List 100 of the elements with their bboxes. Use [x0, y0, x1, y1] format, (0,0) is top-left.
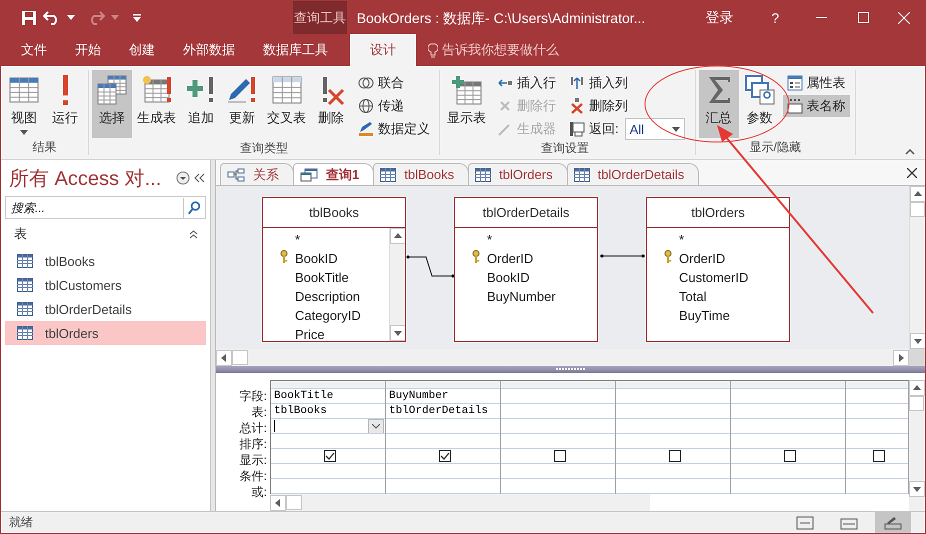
field-name[interactable]: OrderID — [647, 249, 789, 268]
ribbon-button[interactable]: 视图 — [4, 70, 44, 138]
scroll-down-button[interactable] — [390, 325, 405, 341]
table-box[interactable]: tblBooks * BookID BookTitle Description CategoryID Price — [262, 197, 406, 342]
field-name[interactable]: Price — [263, 325, 389, 341]
field-name[interactable]: BuyTime — [647, 306, 789, 325]
ribbon-button[interactable]: 插入行 — [493, 72, 560, 94]
scroll-thumb[interactable] — [910, 202, 925, 217]
document-tab[interactable]: tblOrders — [468, 163, 568, 185]
dropdown-circle-icon[interactable] — [176, 171, 190, 185]
ribbon-button[interactable]: 数据定义 — [354, 118, 434, 140]
column-selector[interactable] — [271, 381, 385, 389]
ribbon-button[interactable]: 汇总 — [698, 70, 739, 138]
document-tab[interactable]: tblOrderDetails — [566, 163, 700, 185]
scroll-down-button[interactable] — [909, 481, 925, 497]
ribbon-button[interactable]: 插入列 — [565, 72, 685, 94]
grid-cell[interactable] — [501, 448, 615, 464]
field-name[interactable]: CategoryID — [263, 306, 389, 325]
ribbon-button[interactable]: 显示表 — [443, 70, 490, 138]
ribbon-tab[interactable]: 外部数据 — [169, 34, 249, 66]
ribbon-button[interactable]: 属性表 — [782, 72, 850, 94]
grid-cell[interactable] — [271, 418, 385, 434]
grid-cell[interactable] — [616, 448, 730, 464]
grid-cell[interactable]: BookTitle — [271, 388, 385, 404]
grid-cell[interactable] — [386, 448, 500, 464]
scroll-right-button[interactable] — [893, 350, 909, 366]
scroll-up-button[interactable] — [910, 186, 925, 202]
ribbon-button[interactable]: 参数 — [740, 70, 780, 138]
field-name[interactable]: CustomerID — [647, 268, 789, 287]
scroll-thumb[interactable] — [909, 396, 924, 411]
ribbon-button[interactable]: 追加 — [181, 70, 221, 138]
field-name[interactable]: BuyNumber — [455, 287, 597, 306]
table-box[interactable]: tblOrders * OrderID CustomerID Total BuyTime — [646, 197, 790, 342]
column-selector[interactable] — [386, 381, 500, 389]
navigation-item[interactable]: tblOrders — [5, 321, 206, 345]
ribbon-button[interactable]: 传递 — [354, 95, 434, 117]
document-tab[interactable]: 查询1 — [293, 163, 374, 185]
ribbon-button[interactable]: 选择 — [92, 70, 132, 138]
ribbon-button[interactable]: 删除 — [311, 70, 351, 138]
customize-icon[interactable] — [133, 14, 141, 22]
column-selector[interactable] — [731, 381, 845, 389]
collapse-ribbon-icon[interactable] — [905, 149, 915, 155]
checkbox[interactable] — [438, 450, 450, 462]
sign-in-button[interactable]: 登录 — [695, 1, 744, 34]
ribbon-button[interactable]: 删除列 — [565, 95, 685, 117]
ribbon-tab[interactable]: 创建 — [115, 34, 169, 66]
grid-cell[interactable] — [846, 448, 908, 464]
navigation-item[interactable]: tblBooks — [5, 249, 206, 273]
scroll-down-button[interactable] — [910, 333, 925, 349]
scroll-left-button[interactable] — [270, 494, 286, 510]
checkbox[interactable] — [872, 450, 884, 462]
ribbon-button[interactable]: 运行 — [45, 70, 85, 138]
ribbon-button[interactable]: 更新 — [222, 70, 262, 138]
search-field[interactable]: 搜索... — [9, 200, 169, 216]
tell-me-field[interactable]: 告诉我你想要做什么 — [442, 41, 559, 59]
collapse-group-icon[interactable] — [189, 230, 198, 238]
grid-cell[interactable]: BuyNumber — [386, 388, 500, 404]
column-selector[interactable] — [501, 381, 615, 389]
ribbon-button[interactable]: 联合 — [354, 72, 434, 94]
checkbox[interactable] — [784, 450, 796, 462]
field-name[interactable]: * — [647, 230, 789, 249]
search-bar[interactable]: 搜索... — [5, 196, 206, 219]
scroll-left-button[interactable] — [216, 350, 232, 366]
document-tab[interactable]: tblBooks — [373, 163, 470, 185]
field-name[interactable]: OrderID — [455, 249, 597, 268]
grid-cell[interactable] — [731, 448, 845, 464]
navigation-item[interactable]: tblCustomers — [5, 273, 206, 297]
save-icon[interactable] — [21, 10, 37, 26]
ribbon-button[interactable]: 生成表 — [133, 70, 180, 138]
field-name[interactable]: Total — [647, 287, 789, 306]
ribbon-tab[interactable]: 数据库工具 — [249, 34, 342, 66]
table-box[interactable]: tblOrderDetails * OrderID BookID BuyNumber — [454, 197, 598, 342]
dropdown-button[interactable] — [368, 418, 384, 433]
help-button[interactable]: ? — [761, 1, 790, 34]
grid-cell[interactable] — [271, 448, 385, 464]
scroll-thumb[interactable] — [286, 495, 302, 510]
scroll-up-button[interactable] — [909, 380, 925, 396]
ribbon-tab[interactable]: 文件 — [7, 34, 61, 66]
field-name[interactable]: * — [455, 230, 597, 249]
grid-cell[interactable]: tblOrderDetails — [386, 404, 500, 419]
collapse-pane-icon[interactable] — [194, 173, 206, 183]
checkbox[interactable] — [668, 450, 680, 462]
scroll-up-button[interactable] — [390, 228, 405, 244]
navigation-item[interactable]: tblOrderDetails — [5, 297, 206, 321]
document-tab[interactable]: 关系 — [220, 163, 294, 185]
ribbon-tab[interactable]: 开始 — [61, 34, 115, 66]
ribbon-button[interactable]: 交叉表 — [263, 70, 310, 138]
field-name[interactable]: BookID — [263, 249, 389, 268]
field-name[interactable]: Description — [263, 287, 389, 306]
scroll-thumb[interactable] — [232, 350, 248, 365]
column-selector[interactable] — [616, 381, 730, 389]
field-name[interactable]: BookTitle — [263, 268, 389, 287]
checkbox[interactable] — [324, 450, 336, 462]
view-button[interactable] — [875, 512, 911, 533]
field-name[interactable]: * — [263, 230, 389, 249]
checkbox[interactable] — [554, 450, 566, 462]
ribbon-tab[interactable]: 设计 — [350, 34, 416, 66]
field-name[interactable]: BookID — [455, 268, 597, 287]
return-dropdown[interactable]: All — [624, 118, 685, 140]
ribbon-button[interactable]: 表名称 — [782, 95, 850, 117]
